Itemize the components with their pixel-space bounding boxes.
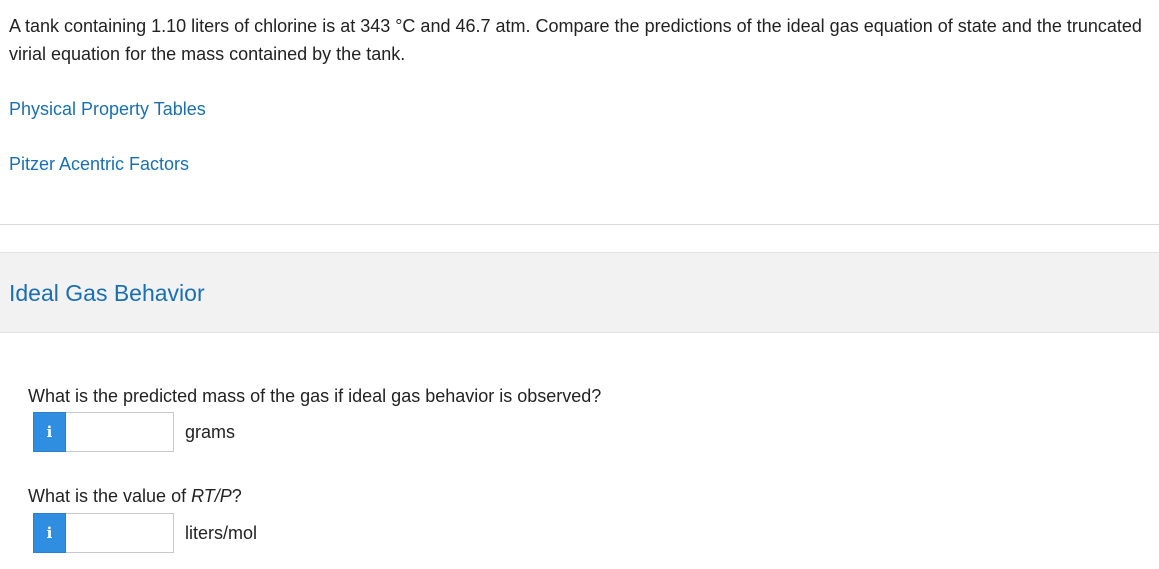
divider — [0, 224, 1159, 225]
page: A tank containing 1.10 liters of chlorin… — [0, 0, 1159, 569]
section-header: Ideal Gas Behavior — [0, 252, 1159, 333]
info-icon: i — [46, 523, 53, 542]
info-icon: i — [46, 422, 53, 441]
info-button[interactable]: i — [33, 412, 66, 452]
rtp-unit-label: liters/mol — [185, 523, 258, 543]
info-button[interactable]: i — [33, 513, 66, 553]
problem-statement: A tank containing 1.10 liters of chlorin… — [9, 16, 1142, 64]
pitzer-acentric-factors-link[interactable]: Pitzer Acentric Factors — [9, 152, 189, 176]
answer-row-rtp: i liters/mol — [33, 513, 257, 553]
physical-property-tables-link[interactable]: Physical Property Tables — [9, 97, 206, 121]
question-rtp-prefix: What is the value of — [28, 486, 192, 506]
mass-unit-label: grams — [185, 422, 236, 442]
question-mass-prompt: What is the predicted mass of the gas if… — [28, 386, 602, 406]
mass-input[interactable] — [66, 412, 174, 452]
answer-row-mass: i grams — [33, 412, 235, 452]
rtp-input[interactable] — [66, 513, 174, 553]
question-rtp-suffix: ? — [231, 486, 242, 506]
question-rtp-prompt: What is the value of RT/P? — [28, 484, 242, 508]
section-title: Ideal Gas Behavior — [9, 280, 205, 306]
question-rtp-italic: RT/P — [191, 486, 232, 506]
